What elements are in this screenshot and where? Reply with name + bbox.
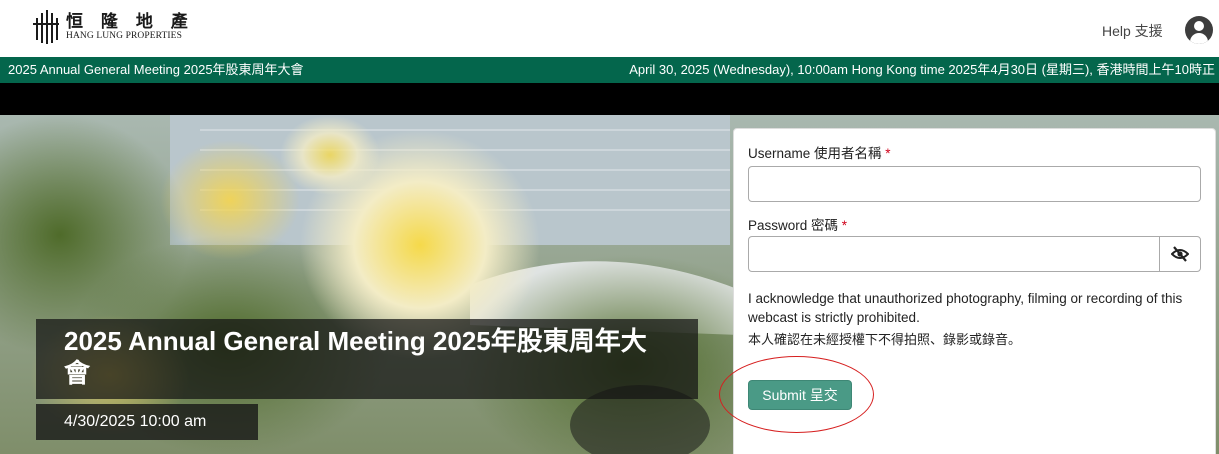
event-banner: 2025 Annual General Meeting 2025年股東周年大會 … <box>0 57 1219 83</box>
username-input[interactable] <box>748 166 1201 202</box>
avatar-head <box>1194 21 1204 31</box>
avatar-body <box>1190 33 1208 44</box>
help-link[interactable]: Help 支援 <box>1102 22 1163 40</box>
acknowledgement-text-en: I acknowledge that unauthorized photogra… <box>748 291 1183 325</box>
banner-event-title: 2025 Annual General Meeting 2025年股東周年大會 <box>8 62 304 77</box>
username-label-text: Username 使用者名稱 <box>748 146 882 161</box>
password-input[interactable] <box>748 236 1160 272</box>
acknowledgement-text-cn: 本人確認在未經授權下不得拍照、錄影或錄音。 <box>748 332 1022 347</box>
banner-event-datetime: April 30, 2025 (Wednesday), 10:00am Hong… <box>629 62 1215 77</box>
toggle-password-visibility-button[interactable] <box>1159 236 1201 272</box>
hero-event-date: 4/30/2025 10:00 am <box>36 404 258 440</box>
logo-english-name: HANG LUNG PROPERTIES <box>66 30 182 41</box>
eye-slash-icon <box>1171 246 1189 262</box>
username-label: Username 使用者名稱 * <box>748 145 891 163</box>
logo-chinese-name: 恒 隆 地 產 <box>66 11 194 32</box>
password-required-mark: * <box>841 218 848 233</box>
black-spacer-bar <box>0 83 1219 115</box>
password-field-group <box>748 236 1201 272</box>
user-circle-icon[interactable] <box>1185 16 1213 44</box>
hang-lung-logo-mark-icon <box>33 10 59 44</box>
logo-text: 恒 隆 地 產 HANG LUNG PROPERTIES <box>66 13 194 42</box>
password-label-text: Password 密碼 <box>748 218 839 233</box>
username-required-mark: * <box>885 146 891 161</box>
password-label: Password 密碼 * <box>748 217 847 235</box>
top-header: 恒 隆 地 產 HANG LUNG PROPERTIES Help 支援 <box>0 0 1219 60</box>
webcast-login-page: 恒 隆 地 產 HANG LUNG PROPERTIES Help 支援 202… <box>0 0 1219 454</box>
login-form-panel: Username 使用者名稱 * Password 密碼 * I acknowl… <box>733 128 1216 454</box>
hero-event-title: 2025 Annual General Meeting 2025年股東周年大會 <box>36 319 698 399</box>
submit-button[interactable]: Submit 呈交 <box>748 380 852 410</box>
company-logo[interactable]: 恒 隆 地 產 HANG LUNG PROPERTIES <box>32 10 194 44</box>
